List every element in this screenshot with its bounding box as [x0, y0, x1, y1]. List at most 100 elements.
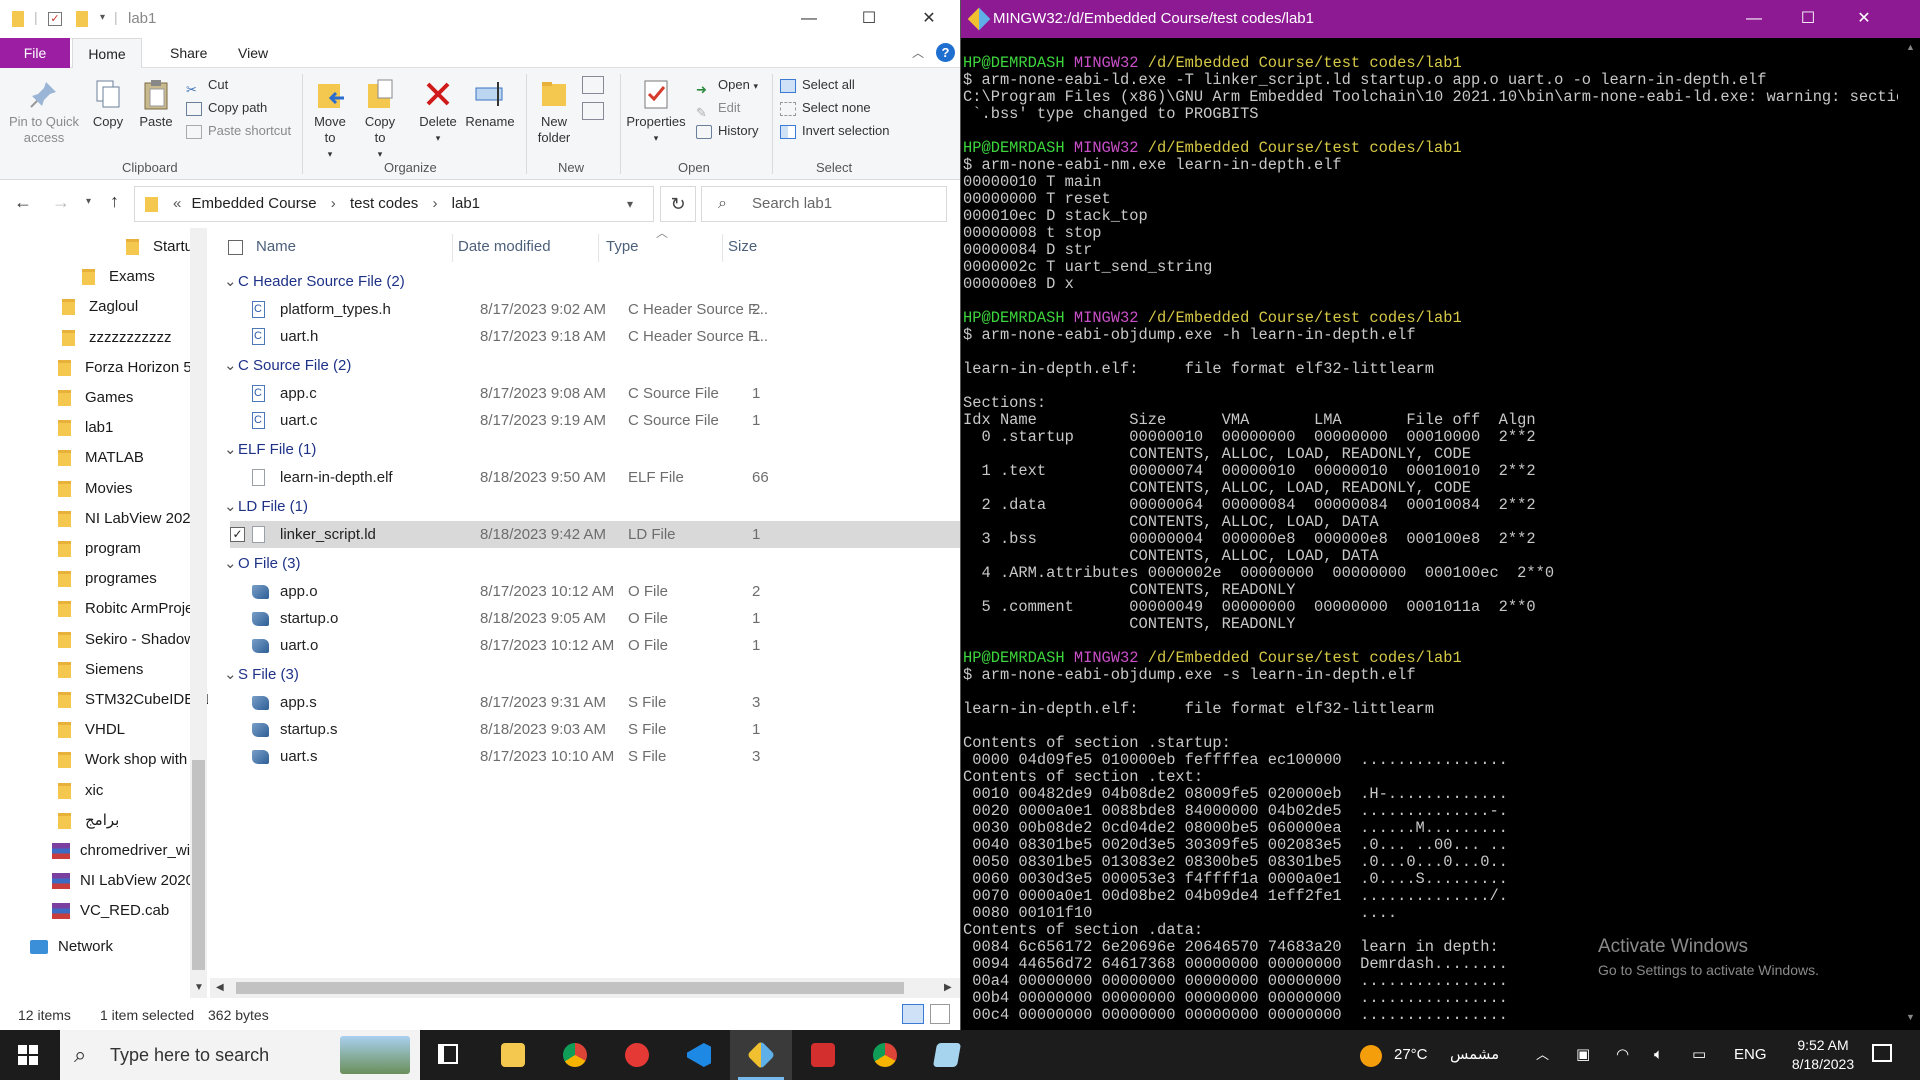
easy-access-icon[interactable]	[582, 102, 604, 120]
new-folder-button[interactable]: New folder	[532, 78, 576, 146]
scroll-up-icon[interactable]: ▲	[1906, 42, 1915, 52]
refresh-icon[interactable]: ↻	[660, 186, 696, 222]
taskbar-notepad[interactable]	[916, 1030, 978, 1080]
column-header-size[interactable]: Size	[728, 228, 757, 266]
recent-locations-icon[interactable]: ▾	[86, 196, 91, 207]
nav-item[interactable]: Siemens	[58, 657, 143, 683]
help-icon[interactable]: ?	[936, 43, 955, 62]
edit-button[interactable]: ✎ Edit	[696, 97, 740, 120]
nav-item[interactable]: NI LabView 2020	[52, 868, 194, 894]
nav-item[interactable]: Work shop with r	[58, 747, 196, 773]
file-row[interactable]: startup.o 8/18/2023 9:05 AM O File 1	[230, 605, 960, 632]
breadcrumb-chevron-icon[interactable]: ›	[432, 195, 437, 212]
cut-button[interactable]: ✂ Cut	[186, 74, 228, 97]
battery-icon[interactable]: ▭	[1692, 1030, 1706, 1080]
nav-item[interactable]: zzzzzzzzzzz	[62, 325, 172, 351]
customize-quick-access-icon[interactable]: ▾	[100, 12, 105, 23]
address-dropdown-icon[interactable]: ▾	[627, 187, 633, 221]
nav-scroll-down-icon[interactable]: ▼	[194, 982, 204, 993]
nav-item[interactable]: برامج	[58, 808, 119, 834]
file-row[interactable]: startup.s 8/18/2023 9:03 AM S File 1	[230, 716, 960, 743]
group-header[interactable]: ⌄C Source File (2)	[224, 354, 351, 378]
new-folder-quick-icon[interactable]	[76, 11, 88, 27]
collapse-chevron-icon[interactable]: ⌄	[224, 495, 238, 519]
large-icons-view-icon[interactable]	[930, 1004, 950, 1024]
nav-item[interactable]: NI LabView 2020	[58, 506, 199, 532]
history-button[interactable]: History	[696, 120, 758, 142]
nav-item[interactable]: Games	[58, 385, 133, 411]
row-checkbox[interactable]: ✓	[230, 527, 245, 542]
delete-button[interactable]: Delete ▾	[414, 78, 462, 146]
group-header[interactable]: ⌄S File (3)	[224, 663, 299, 687]
file-row[interactable]: uart.o 8/17/2023 10:12 AM O File 1	[230, 632, 960, 659]
breadcrumb-overflow-icon[interactable]: «	[173, 195, 181, 212]
taskbar-git-bash[interactable]	[730, 1030, 792, 1080]
terminal-output[interactable]: HP@DEMRDASH MINGW32 /d/Embedded Course/t…	[963, 55, 1898, 1025]
scroll-down-icon[interactable]: ▼	[1906, 1012, 1915, 1022]
file-row[interactable]: uart.h 8/17/2023 9:18 AM C Header Source F…	[230, 323, 960, 350]
horizontal-scrollbar-thumb[interactable]	[236, 982, 904, 994]
nav-item[interactable]: program	[58, 536, 141, 562]
wifi-icon[interactable]: ◠	[1616, 1030, 1629, 1080]
minimize-button[interactable]: —	[1731, 0, 1777, 38]
nav-item[interactable]: Robitc ArmProjec	[58, 596, 201, 622]
copy-button[interactable]: Copy	[88, 78, 128, 130]
nav-item[interactable]: STM32CubeIDE_1	[58, 687, 208, 713]
close-button[interactable]: ✕	[1841, 0, 1887, 38]
breadcrumb-embedded-course[interactable]: Embedded Course	[192, 195, 317, 212]
volume-icon[interactable]: 🔈︎	[1654, 1030, 1663, 1080]
collapse-ribbon-icon[interactable]: ︿	[912, 44, 924, 61]
breadcrumb-test-codes[interactable]: test codes	[350, 195, 418, 212]
group-header[interactable]: ⌄C Header Source File (2)	[224, 270, 405, 294]
tab-share[interactable]: Share	[156, 38, 221, 68]
collapse-chevron-icon[interactable]: ⌄	[224, 552, 238, 576]
copy-path-button[interactable]: Copy path	[186, 97, 267, 119]
device-icon[interactable]: ▣	[1576, 1030, 1590, 1080]
terminal-scrollbar[interactable]: ▲ ▼	[1900, 38, 1920, 1030]
taskbar-chrome-2[interactable]	[854, 1030, 916, 1080]
weather-sun-icon[interactable]	[1360, 1045, 1382, 1067]
nav-item[interactable]: Sekiro - Shadows	[58, 627, 203, 653]
show-hidden-icons-icon[interactable]: ︿	[1536, 1030, 1549, 1080]
column-header-type[interactable]: Type	[606, 228, 639, 266]
weather-condition[interactable]: مشمس	[1450, 1030, 1499, 1080]
copy-to-button[interactable]: Copy to ▾	[358, 78, 402, 162]
taskbar-acrobat[interactable]	[792, 1030, 854, 1080]
nav-item[interactable]: Movies	[58, 476, 133, 502]
collapse-chevron-icon[interactable]: ⌄	[224, 270, 238, 294]
column-header-name[interactable]: Name	[256, 228, 296, 266]
collapse-chevron-icon[interactable]: ⌄	[224, 438, 238, 462]
nav-item[interactable]: VHDL	[58, 717, 125, 743]
properties-quick-icon[interactable]: ✓	[48, 12, 62, 26]
file-row[interactable]: platform_types.h 8/17/2023 9:02 AM C Heade…	[230, 296, 960, 323]
collapse-chevron-icon[interactable]: ⌄	[224, 354, 238, 378]
nav-scrollbar-thumb[interactable]	[192, 760, 205, 970]
open-button[interactable]: ➜ Open ▾	[696, 74, 758, 97]
group-header[interactable]: ⌄ELF File (1)	[224, 438, 316, 462]
weather-temperature[interactable]: 27°C	[1394, 1030, 1428, 1080]
file-row[interactable]: learn-in-depth.elf 8/18/2023 9:50 AM ELF F…	[230, 464, 960, 491]
address-field[interactable]: « Embedded Course › test codes › lab1 ▾	[134, 186, 654, 222]
maximize-button[interactable]: ☐	[846, 0, 892, 38]
group-header[interactable]: ⌄LD File (1)	[224, 495, 308, 519]
scroll-left-icon[interactable]: ◀	[216, 982, 224, 993]
select-all-checkbox[interactable]	[228, 240, 243, 255]
nav-item[interactable]: lab1	[58, 415, 113, 441]
tab-file[interactable]: File	[0, 38, 70, 68]
file-row[interactable]: uart.c 8/17/2023 9:19 AM C Source File 1	[230, 407, 960, 434]
collapse-chevron-icon[interactable]: ⌄	[224, 663, 238, 687]
windows-start-icon[interactable]	[18, 1045, 38, 1065]
select-none-button[interactable]: Select none	[780, 97, 871, 119]
file-row[interactable]: app.c 8/17/2023 9:08 AM C Source File 1	[230, 380, 960, 407]
paste-button[interactable]: Paste	[134, 78, 178, 130]
nav-item[interactable]: xic	[58, 778, 103, 804]
nav-item[interactable]: Forza Horizon 5 |	[58, 355, 200, 381]
notifications-icon[interactable]	[1872, 1044, 1892, 1062]
minimize-button[interactable]: —	[786, 0, 832, 38]
breadcrumb-lab1[interactable]: lab1	[452, 195, 480, 212]
select-all-button[interactable]: Select all	[780, 74, 855, 96]
file-row[interactable]: uart.s 8/17/2023 10:10 AM S File 3	[230, 743, 960, 770]
forward-arrow-icon[interactable]: →	[52, 192, 70, 213]
file-row[interactable]: ✓ linker_script.ld 8/18/2023 9:42 AM LD Fil…	[230, 521, 960, 548]
taskbar-search-box[interactable]: ⌕ Type here to search	[60, 1030, 420, 1080]
